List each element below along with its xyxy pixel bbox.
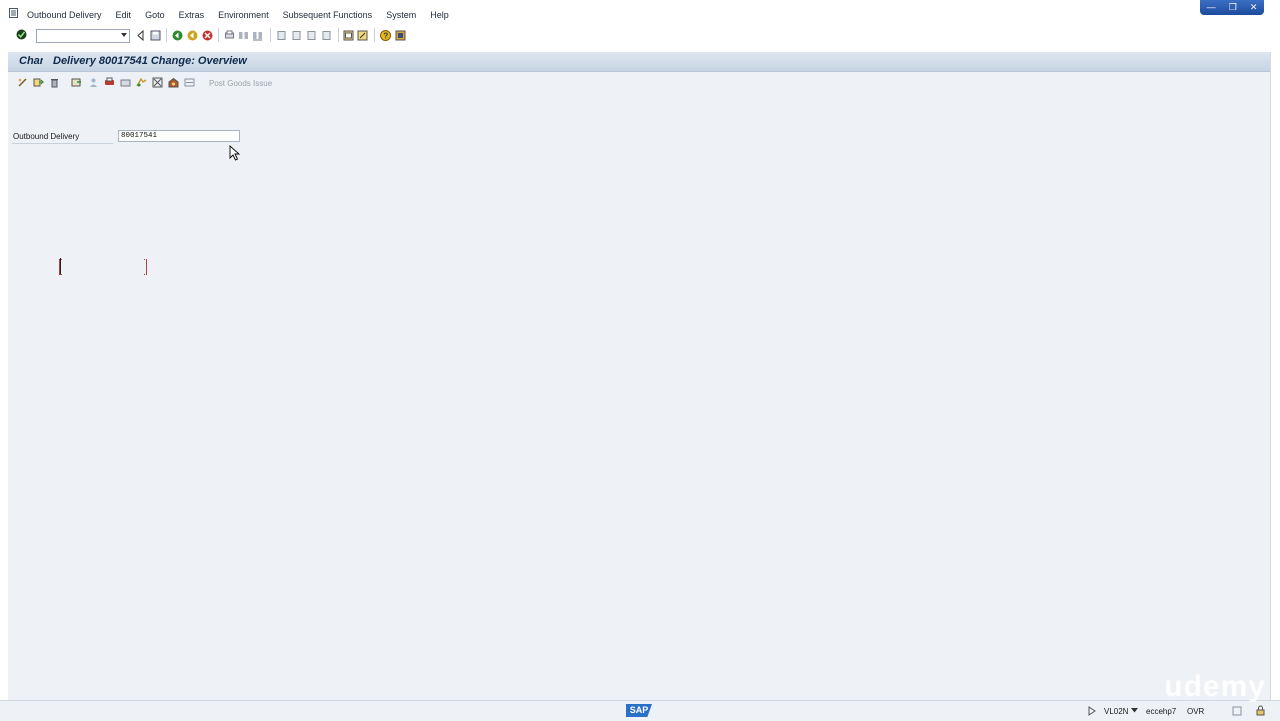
shortcut-icon[interactable] xyxy=(357,30,368,41)
print-icon[interactable] xyxy=(224,30,235,41)
other-delivery-icon[interactable] xyxy=(33,77,44,88)
previous-page-icon[interactable] xyxy=(291,30,302,41)
server-name: eccehp7 xyxy=(1146,707,1177,716)
toolbar-separator xyxy=(166,28,167,42)
back-arrow-icon[interactable] xyxy=(136,30,147,41)
last-page-icon[interactable] xyxy=(321,30,332,41)
picking-icon[interactable] xyxy=(136,77,147,88)
post-goods-issue-button[interactable]: Post Goods Issue xyxy=(209,79,272,88)
exit-icon[interactable] xyxy=(187,30,198,41)
next-page-icon[interactable] xyxy=(306,30,317,41)
first-page-icon[interactable] xyxy=(276,30,287,41)
title-bar: Change Delivery 80017541 Change: Overvie… xyxy=(8,52,1270,72)
menu-outbound-delivery[interactable]: Outbound Delivery xyxy=(27,10,102,20)
texts-icon[interactable] xyxy=(120,77,131,88)
save-icon[interactable] xyxy=(150,30,161,41)
sap-logo: SAP xyxy=(626,704,652,717)
partner-icon[interactable] xyxy=(88,77,99,88)
enter-icon[interactable] xyxy=(16,29,27,40)
packing-icon[interactable] xyxy=(168,77,179,88)
output-icon[interactable] xyxy=(104,77,115,88)
find-next-icon[interactable] xyxy=(252,30,263,41)
menu-system[interactable]: System xyxy=(386,10,416,20)
label-underline xyxy=(12,143,113,144)
menu-bar: Outbound Delivery Edit Goto Extras Envir… xyxy=(0,0,1280,25)
svg-text:?: ? xyxy=(383,31,388,40)
layout-menu-icon[interactable] xyxy=(395,30,406,41)
chevron-down-icon[interactable] xyxy=(1131,708,1138,713)
batch-split-icon[interactable] xyxy=(152,77,163,88)
udemy-watermark: udemy xyxy=(1164,670,1266,703)
cancel-icon[interactable] xyxy=(202,30,213,41)
page-title: Delivery 80017541 Change: Overview xyxy=(53,55,247,67)
help-icon[interactable]: ? xyxy=(380,30,391,41)
title-fragment: Change xyxy=(19,55,43,67)
insert-mode[interactable]: OVR xyxy=(1187,707,1204,716)
text-cursor-icon xyxy=(60,258,61,274)
transaction-code: VL02N xyxy=(1104,707,1129,716)
status-bar: SAP VL02N eccehp7 OVR xyxy=(0,700,1280,721)
menu-subsequent-functions[interactable]: Subsequent Functions xyxy=(283,10,373,20)
back-icon[interactable] xyxy=(172,30,183,41)
restore-icon[interactable]: ❐ xyxy=(1229,3,1237,12)
group-icon[interactable] xyxy=(184,77,195,88)
mouse-cursor-icon xyxy=(229,145,241,161)
application-toolbar: Post Goods Issue xyxy=(8,74,1270,93)
menu-goto[interactable]: Goto xyxy=(145,10,165,20)
toolbar-separator xyxy=(270,28,271,42)
close-icon[interactable]: ✕ xyxy=(1250,3,1258,12)
menu-help[interactable]: Help xyxy=(430,10,449,20)
focus-bracket-right xyxy=(144,259,147,275)
create-session-icon[interactable] xyxy=(343,30,354,41)
window-controls: — ❐ ✕ xyxy=(1200,0,1264,15)
delete-icon[interactable] xyxy=(49,77,60,88)
menu-extras[interactable]: Extras xyxy=(179,10,205,20)
outbound-delivery-field[interactable] xyxy=(118,130,240,142)
menu-icon[interactable] xyxy=(9,8,18,18)
chevron-down-icon[interactable] xyxy=(121,33,127,37)
find-icon[interactable] xyxy=(238,30,249,41)
toolbar-separator xyxy=(374,28,375,42)
toolbar-separator xyxy=(338,28,339,42)
outbound-delivery-label: Outbound Delivery xyxy=(13,132,80,141)
minimize-icon[interactable]: — xyxy=(1207,3,1216,12)
status-arrow-icon[interactable] xyxy=(1088,706,1096,716)
menu-edit[interactable]: Edit xyxy=(116,10,132,20)
layout-icon[interactable] xyxy=(1232,706,1242,716)
toolbar-separator xyxy=(218,28,219,42)
command-field[interactable] xyxy=(36,29,130,43)
display-change-icon[interactable] xyxy=(17,77,28,88)
main-area: Change Delivery 80017541 Change: Overvie… xyxy=(8,52,1271,700)
header-details-icon[interactable] xyxy=(71,77,82,88)
menu-environment[interactable]: Environment xyxy=(218,10,269,20)
lock-icon[interactable] xyxy=(1255,705,1266,716)
